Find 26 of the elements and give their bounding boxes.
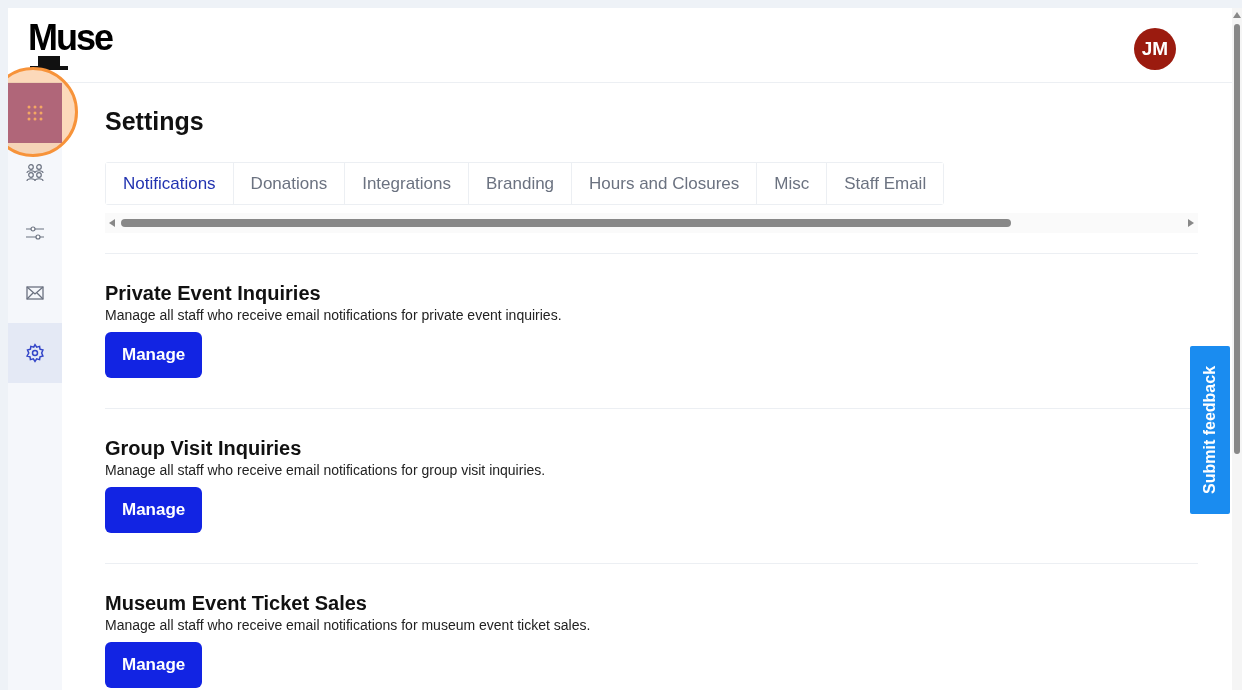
section-title: Group Visit Inquiries [105,437,303,460]
hat-icon [30,56,68,70]
page-title: Settings [105,107,205,136]
scroll-right-icon[interactable] [1188,219,1194,227]
user-avatar[interactable]: JM [1134,28,1176,70]
grid-icon [26,104,44,122]
manage-button[interactable]: Manage [105,642,203,688]
feedback-button[interactable]: Submit feedback [1190,346,1230,514]
settings-tab[interactable]: Notifications [106,163,234,204]
section-description: Manage all staff who receive email notifications for private event inquiries. [105,307,563,323]
manage-button[interactable]: Manage [105,332,203,378]
section-description: Manage all staff who receive email notifications for group visit inquiries. [105,462,547,478]
mail-icon [26,286,44,300]
section-title: Private Event Inquiries [105,282,322,305]
scroll-up-icon[interactable] [1233,12,1241,18]
logo: Muse [28,20,113,56]
manage-button[interactable]: Manage [105,487,203,533]
sliders-icon [25,225,45,241]
settings-icon [25,343,45,363]
scroll-left-icon[interactable] [109,219,115,227]
section-title: Museum Event Ticket Sales [105,592,368,615]
sidebar-item[interactable] [8,323,62,383]
people-icon [25,163,45,183]
section-description: Manage all staff who receive email notifications for museum event ticket sales. [105,617,592,633]
vertical-scrollbar[interactable] [1232,8,1242,690]
horizontal-scrollbar[interactable] [105,213,1198,233]
